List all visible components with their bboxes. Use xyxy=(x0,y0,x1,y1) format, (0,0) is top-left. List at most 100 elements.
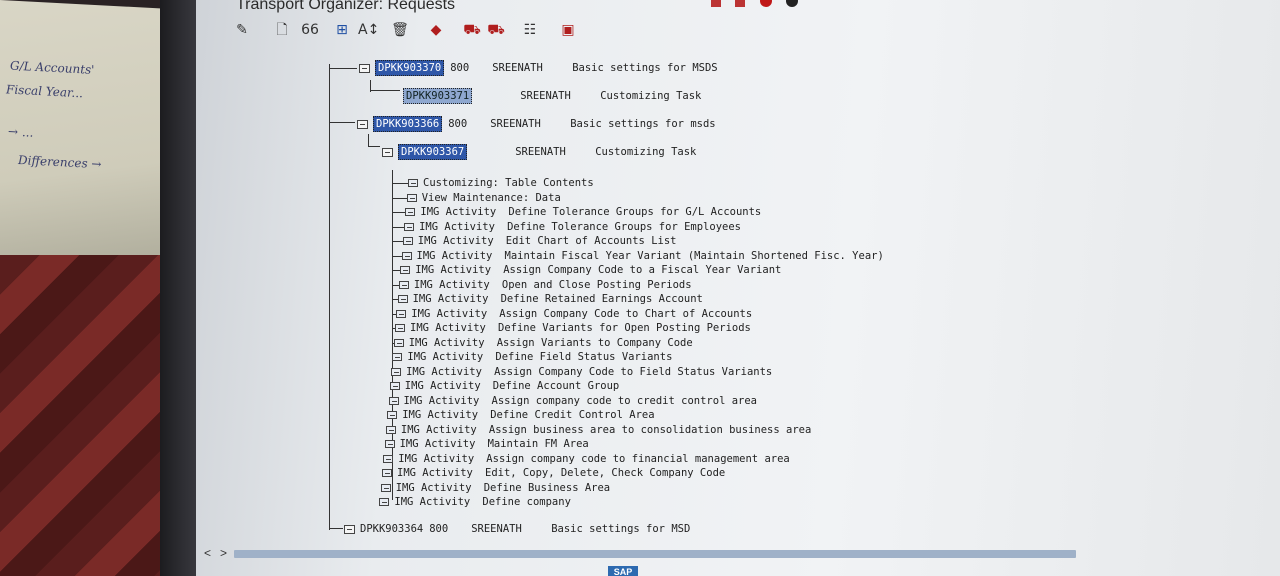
delete-icon[interactable]: 🗑 xyxy=(390,20,410,40)
sort-icon[interactable]: A↕ xyxy=(358,20,379,40)
tree-object-row[interactable]: IMG Activity Define Tolerance Groups for … xyxy=(405,205,761,219)
object-icon[interactable] xyxy=(385,425,396,434)
tree-connector xyxy=(329,122,355,123)
tree-object-row[interactable]: IMG Activity Define Account Group xyxy=(389,379,619,393)
object-icon[interactable] xyxy=(396,309,407,318)
request-owner: SREENATH xyxy=(520,90,571,102)
request-id[interactable]: DPKK903371 xyxy=(403,88,473,104)
object-icon[interactable] xyxy=(402,237,413,245)
object-icon[interactable] xyxy=(382,469,392,477)
object-icon[interactable] xyxy=(395,324,405,332)
tree-object-row[interactable]: IMG Activity Maintain Fiscal Year Variant… xyxy=(401,249,884,263)
request-id[interactable]: DPKK903367 xyxy=(398,144,468,160)
window-control-icon[interactable] xyxy=(711,0,721,7)
tree-object-row[interactable]: IMG Activity Assign Company Code to Field… xyxy=(391,365,772,379)
object-icon[interactable] xyxy=(401,251,412,260)
object-icon[interactable] xyxy=(380,483,391,492)
tree-object-row[interactable]: IMG Activity Assign company code to finan… xyxy=(383,452,790,466)
find-icon[interactable]: 66 xyxy=(300,20,320,40)
tree-connector xyxy=(370,90,400,91)
object-icon[interactable] xyxy=(392,353,403,361)
object-type: IMG Activity xyxy=(420,206,497,218)
tree-object-row[interactable]: Customizing: Table Contents xyxy=(408,176,623,190)
tree-connector xyxy=(392,183,408,184)
tree-object-row[interactable]: IMG Activity Assign business area to cons… xyxy=(385,423,811,437)
object-icon[interactable] xyxy=(406,193,417,202)
object-icon[interactable] xyxy=(388,396,399,405)
object-type: IMG Activity xyxy=(394,496,471,508)
object-icon[interactable] xyxy=(389,382,400,390)
request-id[interactable]: DPKK903370 xyxy=(375,60,445,76)
tree-request-row[interactable]: DPKK903366 800 SREENATH Basic settings for … xyxy=(357,116,716,132)
tree-object-row[interactable]: View Maintenance: Data xyxy=(406,191,622,205)
object-description: Define Field Status Variants xyxy=(495,351,673,363)
tree-object-row[interactable]: IMG Activity Define company xyxy=(379,495,571,509)
object-icon[interactable] xyxy=(397,295,408,303)
tree-object-row[interactable]: IMG Activity Assign Company Code to a Fis… xyxy=(400,263,781,277)
object-description: Edit, Copy, Delete, Check Company Code xyxy=(485,467,726,479)
folder-icon[interactable] xyxy=(382,147,393,157)
horizontal-scrollbar[interactable]: < > xyxy=(196,546,1280,560)
object-icon[interactable] xyxy=(393,338,404,347)
notebook-note: Differences → xyxy=(18,152,102,172)
transport-red-icon[interactable]: ⛟ xyxy=(486,20,506,40)
tree-object-row[interactable]: IMG Activity Open and Close Posting Perio… xyxy=(398,278,692,292)
display-change-icon[interactable]: ✎ xyxy=(232,20,252,40)
gear-icon[interactable] xyxy=(786,0,799,7)
help-icon[interactable] xyxy=(759,0,772,7)
object-icon[interactable] xyxy=(404,222,415,231)
tree-object-row[interactable]: IMG Activity Edit Chart of Accounts List xyxy=(402,234,677,248)
object-type: IMG Activity xyxy=(406,365,482,378)
scrollbar-thumb[interactable] xyxy=(234,550,1076,558)
object-icon[interactable] xyxy=(400,266,411,274)
tree-request-row[interactable]: DPKK903370 800 SREENATH Basic settings for … xyxy=(359,60,718,76)
create-icon[interactable]: 🗋 xyxy=(272,20,292,40)
object-type: IMG Activity xyxy=(397,467,473,479)
tree-connector xyxy=(392,255,402,257)
object-icon[interactable] xyxy=(383,454,394,463)
request-owner: SREENATH xyxy=(492,62,543,74)
release-icon[interactable]: ◆ xyxy=(426,20,446,40)
tree-object-row[interactable]: IMG Activity Define Credit Control Area xyxy=(387,408,655,422)
tree-object-row[interactable]: IMG Activity Define Retained Earnings Acc… xyxy=(397,292,703,306)
object-icon[interactable] xyxy=(387,411,398,419)
tree-object-row[interactable]: IMG Activity Maintain FM Area xyxy=(384,437,589,451)
request-description: Customizing Task xyxy=(600,90,702,102)
object-icon[interactable] xyxy=(379,498,390,506)
object-description: Assign Company Code to Chart of Accounts xyxy=(499,307,753,320)
notebook-note: Fiscal Year... xyxy=(6,82,83,101)
object-icon[interactable] xyxy=(408,179,418,187)
object-description: Define Business Area xyxy=(483,481,611,494)
tree-object-row[interactable]: IMG Activity Define Tolerance Groups for … xyxy=(404,220,741,234)
request-description: Basic settings for MSD xyxy=(551,523,691,535)
scroll-right-button[interactable]: > xyxy=(220,546,227,560)
tree-connector xyxy=(329,64,330,530)
request-id[interactable]: DPKK903364 xyxy=(360,522,423,536)
tree-object-row[interactable]: IMG Activity Define Field Status Variants xyxy=(392,350,672,364)
object-icon[interactable] xyxy=(398,280,409,289)
log-icon[interactable]: ☷ xyxy=(520,20,540,40)
info-icon[interactable]: ▣ xyxy=(558,20,578,40)
window-control-icon[interactable] xyxy=(735,0,746,7)
request-id[interactable]: DPKK903366 xyxy=(373,116,443,132)
object-description: Edit Chart of Accounts List xyxy=(505,235,677,247)
tree-connector xyxy=(368,146,380,147)
tree-object-row[interactable]: IMG Activity Edit, Copy, Delete, Check Co… xyxy=(382,466,725,480)
transport-icon[interactable]: ⛟ xyxy=(462,20,482,40)
tree-object-row[interactable]: IMG Activity Assign Variants to Company C… xyxy=(393,336,693,350)
object-icon[interactable] xyxy=(384,440,395,448)
tree-request-row[interactable]: DPKK903367 SREENATH Customizing Task xyxy=(382,144,696,160)
object-icon[interactable] xyxy=(391,367,402,376)
object-icon[interactable] xyxy=(405,208,416,216)
tree-object-row[interactable]: IMG Activity Define Variants for Open Pos… xyxy=(395,321,751,335)
folder-icon[interactable] xyxy=(344,524,355,534)
tree-request-row[interactable]: DPKK903371 SREENATH Customizing Task xyxy=(403,88,702,104)
tree-object-row[interactable]: IMG Activity Assign Company Code to Chart… xyxy=(396,307,752,321)
hierarchy-icon[interactable]: ⊞ xyxy=(332,20,352,40)
scroll-left-button[interactable]: < xyxy=(204,546,211,560)
tree-request-row[interactable]: DPKK903364 800 SREENATH Basic settings for … xyxy=(344,522,690,536)
tree-object-row[interactable]: IMG Activity Assign company code to credi… xyxy=(388,394,757,408)
folder-icon[interactable] xyxy=(359,63,370,73)
tree-object-row[interactable]: IMG Activity Define Business Area xyxy=(380,481,611,495)
folder-icon[interactable] xyxy=(357,119,368,129)
